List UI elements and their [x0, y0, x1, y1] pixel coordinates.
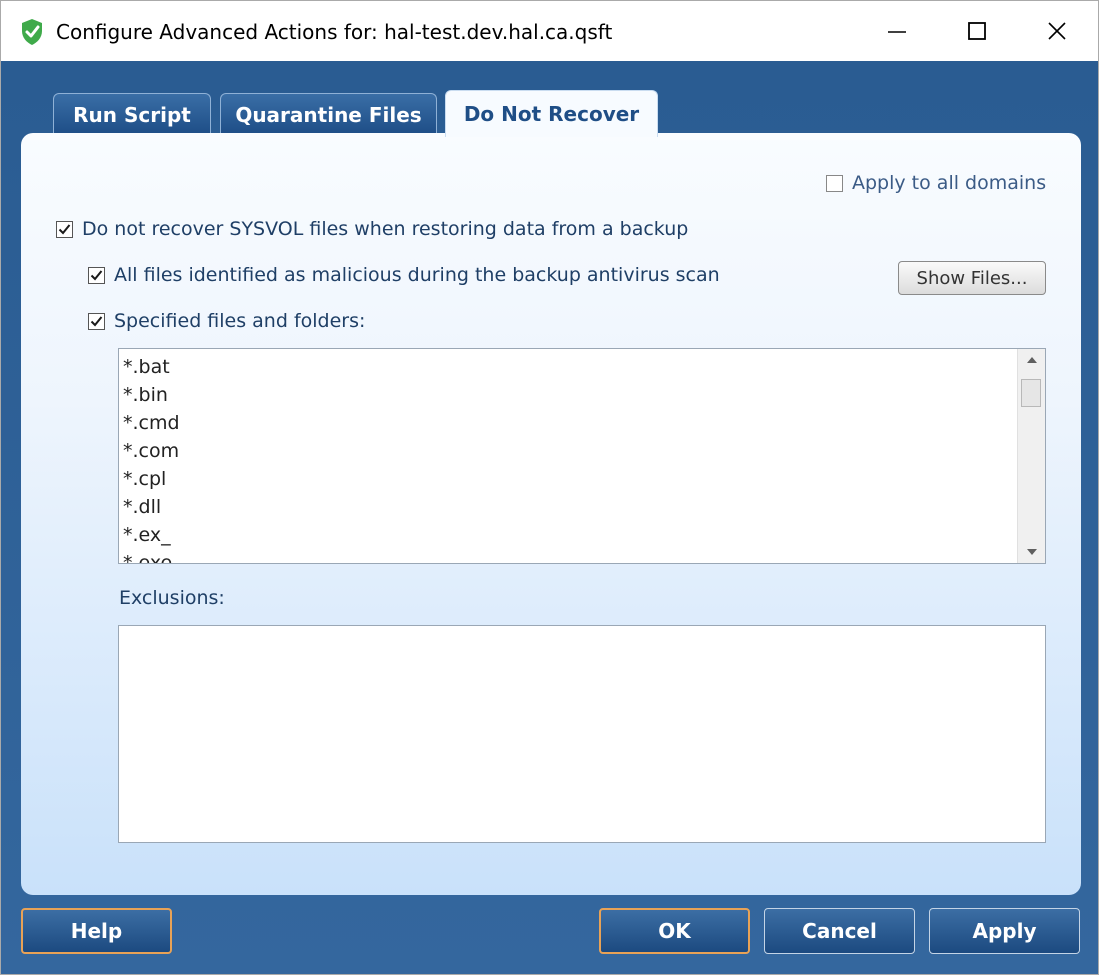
- specified-files-option[interactable]: Specified files and folders:: [88, 310, 365, 332]
- cancel-button[interactable]: Cancel: [764, 908, 915, 954]
- do-not-recover-sysvol-option[interactable]: Do not recover SYSVOL files when restori…: [56, 218, 688, 240]
- help-button[interactable]: Help: [21, 908, 172, 954]
- list-item[interactable]: *.cpl: [123, 465, 180, 493]
- specified-files-checkbox[interactable]: [88, 312, 105, 330]
- minimize-icon: [888, 31, 906, 33]
- exclusions-label: Exclusions:: [119, 587, 225, 609]
- show-files-button[interactable]: Show Files...: [898, 261, 1046, 295]
- tab-run-script[interactable]: Run Script: [53, 93, 211, 135]
- maximize-button[interactable]: [938, 1, 1016, 61]
- specified-files-label: Specified files and folders:: [114, 310, 366, 332]
- list-item[interactable]: *.cmd: [123, 409, 180, 437]
- shield-check-icon: [20, 18, 44, 46]
- do-not-recover-sysvol-checkbox[interactable]: [56, 220, 73, 238]
- apply-all-domains-checkbox[interactable]: [826, 174, 843, 192]
- minimize-button[interactable]: [858, 1, 936, 61]
- do-not-recover-sysvol-label: Do not recover SYSVOL files when restori…: [82, 218, 689, 240]
- title-bar: Configure Advanced Actions for: hal-test…: [1, 1, 1098, 61]
- apply-button[interactable]: Apply: [929, 908, 1080, 954]
- list-item[interactable]: *.com: [123, 437, 180, 465]
- apply-all-domains-label: Apply to all domains: [852, 172, 1047, 194]
- maximize-icon: [968, 22, 986, 40]
- ok-button[interactable]: OK: [599, 908, 750, 954]
- exclusions-textarea[interactable]: [118, 625, 1046, 843]
- tab-do-not-recover[interactable]: Do Not Recover: [445, 90, 658, 137]
- malicious-files-label: All files identified as malicious during…: [114, 264, 720, 286]
- file-patterns-list[interactable]: *.bat *.bin *.cmd *.com *.cpl *.dll *.ex…: [118, 348, 1046, 564]
- arrow-down-icon: [1026, 549, 1037, 555]
- scroll-thumb[interactable]: [1021, 379, 1041, 407]
- close-icon: [1048, 22, 1066, 40]
- dialog-window: Configure Advanced Actions for: hal-test…: [0, 0, 1099, 975]
- close-button[interactable]: [1018, 1, 1096, 61]
- checkmark-icon: [90, 269, 103, 280]
- arrow-up-icon: [1026, 357, 1037, 363]
- checkmark-icon: [90, 315, 103, 326]
- tab-quarantine-files[interactable]: Quarantine Files: [220, 93, 437, 135]
- checkmark-icon: [58, 223, 71, 234]
- list-item[interactable]: *.ex_: [123, 521, 180, 549]
- scroll-down-button[interactable]: [1018, 541, 1045, 563]
- scroll-up-button[interactable]: [1018, 349, 1045, 371]
- list-item[interactable]: *.dll: [123, 493, 180, 521]
- list-item[interactable]: *.bin: [123, 381, 180, 409]
- list-item[interactable]: *.bat: [123, 353, 180, 381]
- apply-all-domains-option[interactable]: Apply to all domains: [826, 172, 1046, 194]
- malicious-files-checkbox[interactable]: [88, 266, 105, 284]
- list-scrollbar[interactable]: [1017, 349, 1045, 563]
- window-title: Configure Advanced Actions for: hal-test…: [56, 20, 613, 44]
- list-item[interactable]: *.exe: [123, 549, 180, 563]
- malicious-files-option[interactable]: All files identified as malicious during…: [88, 264, 720, 286]
